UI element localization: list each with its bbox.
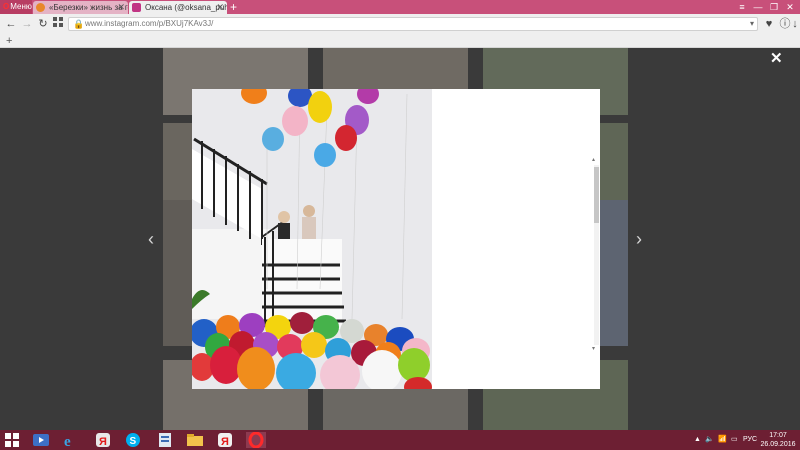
post-modal: ▴ ▾ [192,89,600,389]
clock-date: 26.09.2016 [760,441,796,448]
scroll-up-icon[interactable]: ▴ [592,157,595,164]
comments-scrollbar[interactable]: ▴ ▾ [592,157,600,353]
notification-icon[interactable]: ▭ [731,430,738,450]
tab-berezki[interactable]: «Березки» жизнь за горо... ✕ [33,1,128,14]
svg-text:e: e [64,434,71,448]
tray-expand-icon[interactable]: ▲ [694,430,701,450]
opera-menu-button[interactable]: OМеню [0,0,32,14]
balloons-staircase-image [192,89,432,389]
add-bookmark-button[interactable]: + [6,34,12,48]
tab-label: «Березки» жизнь за горо... [49,3,128,12]
prev-post-arrow-icon[interactable]: ‹ [148,230,154,248]
grid-photo[interactable] [163,200,193,346]
clock-time: 17:07 [769,432,787,439]
address-toolbar: ← → ↻ 🔒 www.instagram.com/p/BXUj7KAv3J/ … [0,14,800,34]
post-photo[interactable] [192,89,432,389]
windows-taskbar: e Я S Я ▲ 🔈 📶 ▭ РУС 17:07 26.09.2016 [0,430,800,450]
close-modal-button[interactable]: ✕ [770,51,783,66]
language-indicator[interactable]: РУС [743,430,757,450]
close-window-button[interactable]: ✕ [782,0,798,14]
download-icon[interactable]: ↓ [790,17,800,31]
file-explorer-icon[interactable] [186,432,206,448]
url-field[interactable]: 🔒 www.instagram.com/p/BXUj7KAv3J/ ▾ [68,17,758,31]
volume-icon[interactable]: 🔈 [705,430,714,450]
tab-instagram[interactable]: Оксана (@oksana_puhova... ✕ [129,1,227,14]
opera-taskbar-icon[interactable] [246,431,266,449]
heart-bookmark-icon[interactable]: ♥ [762,17,776,31]
windows-start-icon[interactable] [4,432,24,448]
menu-label: Меню [10,2,32,11]
minimize-button[interactable]: — [750,0,766,14]
maximize-button[interactable]: ❐ [766,0,782,14]
tab-menu-icon[interactable]: ≡ [734,0,750,14]
media-player-icon[interactable] [32,432,52,448]
network-icon[interactable]: 📶 [718,430,727,450]
scroll-down-icon[interactable]: ▾ [592,346,595,353]
bookmarks-bar: + [0,34,800,48]
site-favicon-icon [36,3,45,12]
post-comments-panel [432,89,600,389]
system-clock[interactable]: 17:07 26.09.2016 [760,431,796,449]
tab-close-icon[interactable]: ✕ [117,1,125,14]
next-post-arrow-icon[interactable]: › [636,230,642,248]
new-tab-button[interactable]: + [230,0,237,14]
instagram-favicon-icon [132,3,141,12]
back-arrow-icon[interactable]: ← [4,17,18,31]
url-text: www.instagram.com/p/BXUj7KAv3J/ [85,19,214,28]
reload-icon[interactable]: ↻ [36,17,50,31]
yandex-browser-icon[interactable]: Я [94,432,114,448]
opera-logo-icon: O [3,2,10,11]
svg-text:Я: Я [221,436,229,448]
speed-dial-grid-icon[interactable] [51,17,65,31]
lock-icon: 🔒 [73,19,85,29]
internet-explorer-icon[interactable]: e [62,432,82,450]
svg-text:S: S [130,436,137,447]
tab-label: Оксана (@oksana_puhova... [145,3,227,12]
document-viewer-icon[interactable] [156,432,176,448]
url-dropdown-icon[interactable]: ▾ [750,18,754,30]
skype-icon[interactable]: S [124,432,144,448]
tab-close-icon[interactable]: ✕ [216,1,224,14]
scrollbar-thumb[interactable] [594,167,599,223]
forward-arrow-icon[interactable]: → [20,17,34,31]
grid-photo[interactable] [600,200,628,346]
yandex-icon[interactable]: Я [216,432,236,448]
svg-text:Я: Я [99,436,107,448]
browser-titlebar: OМеню «Березки» жизнь за горо... ✕ Оксан… [0,0,800,14]
